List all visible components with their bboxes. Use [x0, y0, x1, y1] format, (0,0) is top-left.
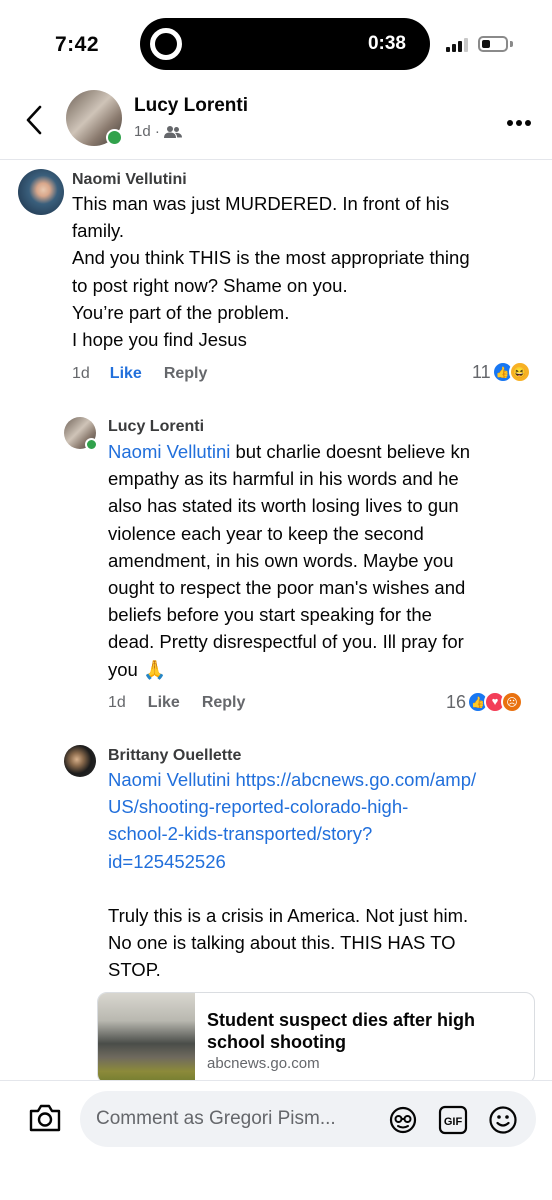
battery-cap	[510, 41, 513, 47]
avatar[interactable]	[64, 745, 96, 777]
link-preview-card[interactable]: Student suspect dies after high school s…	[97, 992, 535, 1084]
link-preview-image	[98, 993, 195, 1083]
mention-link[interactable]: Naomi Vellutini	[108, 441, 230, 462]
camera-button[interactable]	[28, 1103, 62, 1133]
comment-actions: 1d Like Reply	[72, 365, 207, 383]
comment-author[interactable]: Naomi Vellutini	[72, 171, 187, 189]
gif-icon[interactable]: GIF	[438, 1105, 468, 1135]
reaction-count: 11	[472, 361, 491, 382]
post-header: Lucy Lorenti 1d ·	[0, 85, 552, 160]
post-author-name[interactable]: Lucy Lorenti	[134, 95, 248, 117]
comment-text: This man was just MURDERED. In front of …	[72, 193, 470, 351]
activity-timer: 0:38	[367, 33, 406, 54]
comment-actions: 1d Like Reply	[108, 694, 245, 712]
status-bar: 7:42 0:38	[0, 0, 552, 90]
camera-icon	[29, 1104, 61, 1132]
comment-text: Naomi Vellutini but charlie doesnt belie…	[108, 441, 470, 680]
status-time: 7:42	[55, 33, 100, 56]
comment-input-placeholder: Comment as Gregori Pism...	[96, 1108, 336, 1129]
battery-icon	[478, 36, 508, 52]
comment-text: Naomi Vellutini https://abcnews.go.com/a…	[108, 766, 548, 984]
back-button[interactable]	[20, 103, 50, 137]
comment-author[interactable]: Lucy Lorenti	[108, 418, 204, 436]
comment-author[interactable]: Brittany Ouellette	[108, 747, 241, 765]
svg-text:GIF: GIF	[444, 1116, 463, 1128]
comment-input[interactable]: Comment as Gregori Pism... GIF	[80, 1091, 536, 1147]
url-link[interactable]: US/shooting-reported-colorado-high-	[108, 793, 548, 820]
online-status-icon	[85, 438, 98, 451]
url-link[interactable]: https://abcnews.go.com/amp/	[230, 769, 477, 790]
angry-reaction-icon: ☹	[501, 691, 524, 713]
haha-reaction-icon: 😆	[508, 361, 531, 383]
comment-reply: Brittany Ouellette Naomi Vellutini https…	[0, 736, 552, 996]
comment-composer: Comment as Gregori Pism... GIF	[0, 1080, 552, 1200]
reply-button[interactable]: Reply	[202, 694, 246, 712]
link-preview-title: Student suspect dies after high school s…	[207, 1010, 476, 1052]
comment: Naomi Vellutini This man was just MURDER…	[0, 160, 552, 390]
url-link[interactable]: school-2-kids-transported/story?	[108, 820, 548, 847]
comment-time: 1d	[72, 365, 90, 382]
friends-icon	[163, 125, 182, 138]
activity-ring-icon	[150, 28, 182, 60]
avatar-sticker-icon[interactable]	[388, 1105, 418, 1135]
reply-button[interactable]: Reply	[164, 365, 208, 383]
url-link[interactable]: id=125452526	[108, 848, 548, 875]
comment-reply: Lucy Lorenti Naomi Vellutini but charlie…	[0, 405, 552, 715]
reaction-summary[interactable]: 11 👍 😆	[472, 361, 531, 383]
like-button[interactable]: Like	[148, 694, 180, 712]
online-status-icon	[106, 129, 123, 146]
post-meta: 1d ·	[134, 123, 182, 140]
link-preview-domain: abcnews.go.com	[207, 1055, 320, 1072]
more-options-button[interactable]	[506, 113, 532, 127]
reaction-summary[interactable]: 16 👍 ♥ ☹	[446, 691, 524, 713]
emoji-icon[interactable]	[488, 1105, 518, 1135]
avatar[interactable]	[18, 169, 64, 215]
reaction-count: 16	[446, 691, 467, 712]
dynamic-island[interactable]: 0:38	[140, 18, 430, 70]
cellular-signal-icon	[446, 38, 468, 52]
more-dots-icon	[507, 120, 531, 126]
like-button[interactable]: Like	[110, 365, 142, 383]
chevron-left-icon	[26, 105, 42, 135]
comment-time: 1d	[108, 694, 126, 711]
post-timestamp: 1d ·	[134, 123, 160, 140]
mention-link[interactable]: Naomi Vellutini	[108, 769, 230, 790]
